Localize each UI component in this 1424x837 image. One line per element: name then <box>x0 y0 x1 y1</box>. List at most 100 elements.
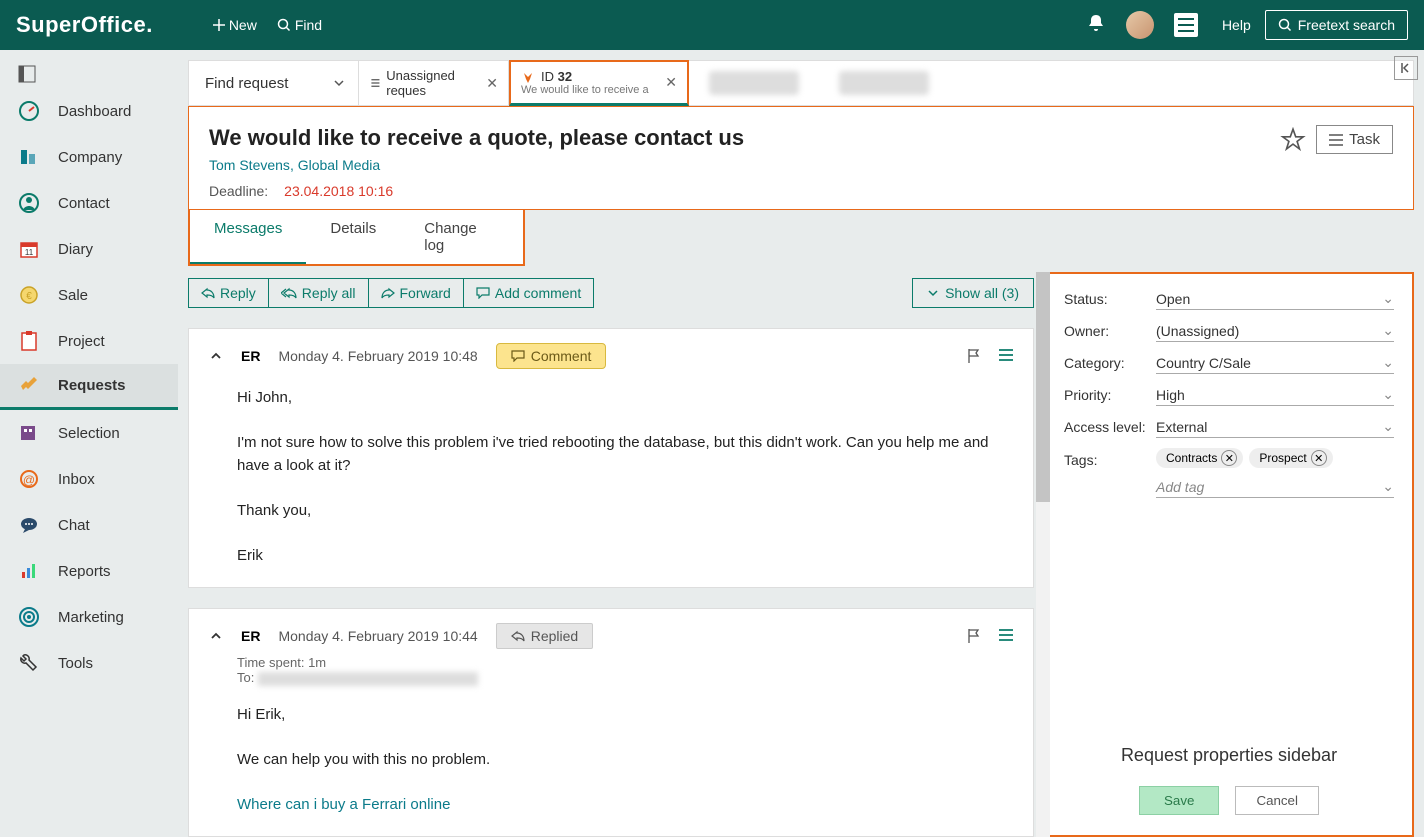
find-request[interactable]: Find request <box>189 61 319 105</box>
nav-item-dashboard[interactable]: Dashboard <box>0 88 178 134</box>
reply-icon <box>201 287 215 299</box>
nav-item-contact[interactable]: Contact <box>0 180 178 226</box>
category-label: Category: <box>1064 355 1156 371</box>
project-icon <box>18 330 40 352</box>
menu-icon[interactable] <box>999 348 1013 362</box>
reply-icon <box>511 630 525 642</box>
owner-label: Owner: <box>1064 323 1156 339</box>
show-all-button[interactable]: Show all (3) <box>912 278 1034 308</box>
star-icon[interactable] <box>1280 127 1306 153</box>
tag-chip: Contracts ✕ <box>1156 448 1243 468</box>
scrollbar[interactable] <box>1036 272 1050 837</box>
nav-item-requests[interactable]: Requests <box>0 364 178 410</box>
messages-area: Reply Reply all Forward Add comment <box>188 272 1034 837</box>
inbox-icon: @ <box>18 468 40 490</box>
tag-chip: Prospect ✕ <box>1249 448 1332 468</box>
search-icon <box>277 18 291 32</box>
message-date: Monday 4. February 2019 10:48 <box>278 348 477 364</box>
tab-request-32[interactable]: ID 32 We would like to receive a ✕ <box>509 60 689 106</box>
nav-item-marketing[interactable]: Marketing <box>0 594 178 640</box>
nav-item-chat[interactable]: Chat <box>0 502 178 548</box>
tab-unassigned[interactable]: Unassigned reques ✕ <box>359 61 509 105</box>
forward-icon <box>381 287 395 299</box>
sidebar-caption: Request properties sidebar <box>1064 745 1394 766</box>
category-select[interactable]: Country C/Sale⌄ <box>1156 352 1394 374</box>
flag-icon[interactable] <box>967 628 981 644</box>
deadline-value: 23.04.2018 10:16 <box>284 183 393 199</box>
request-person-link[interactable]: Tom Stevens <box>209 157 290 173</box>
notifications-icon[interactable] <box>1086 13 1106 38</box>
properties-sidebar: Status: Open⌄ Owner: (Unassigned)⌄ Categ… <box>1044 272 1414 837</box>
marketing-icon <box>18 606 40 628</box>
priority-select[interactable]: High⌄ <box>1156 384 1394 406</box>
message-date: Monday 4. February 2019 10:44 <box>278 628 477 644</box>
tab-blurred[interactable] <box>689 61 819 105</box>
requests-icon <box>18 375 40 397</box>
cancel-button[interactable]: Cancel <box>1235 786 1319 815</box>
tab-messages[interactable]: Messages <box>190 210 306 264</box>
app-header: SuperOffice. New Find Help Freetext sear… <box>0 0 1424 50</box>
message-author: ER <box>241 628 260 644</box>
add-tag-input[interactable]: Add tag⌄ <box>1156 476 1394 498</box>
tag-remove-icon[interactable]: ✕ <box>1311 450 1327 466</box>
nav-item-reports[interactable]: Reports <box>0 548 178 594</box>
message-card: ER Monday 4. February 2019 10:48 Comment… <box>188 328 1034 588</box>
tab-changelog[interactable]: Change log <box>400 210 523 264</box>
contact-icon <box>18 192 40 214</box>
chevron-down-icon <box>927 287 939 299</box>
find-request-dropdown[interactable] <box>319 61 359 105</box>
owner-select[interactable]: (Unassigned)⌄ <box>1156 320 1394 342</box>
nav-item-company[interactable]: Company <box>0 134 178 180</box>
panel-collapse-icon[interactable] <box>1394 56 1418 80</box>
access-select[interactable]: External⌄ <box>1156 416 1394 438</box>
nav-item-tools[interactable]: Tools <box>0 640 178 686</box>
request-title: We would like to receive a quote, please… <box>209 125 1280 151</box>
forward-button[interactable]: Forward <box>369 279 464 307</box>
tab-blurred[interactable] <box>819 61 949 105</box>
message-link[interactable]: Where can i buy a Ferrari online <box>237 796 450 813</box>
tag-remove-icon[interactable]: ✕ <box>1221 450 1237 466</box>
avatar[interactable] <box>1126 11 1154 39</box>
message-card: ER Monday 4. February 2019 10:44 Replied… <box>188 608 1034 837</box>
pin-icon <box>521 70 535 84</box>
close-icon[interactable]: ✕ <box>486 75 498 92</box>
menu-icon[interactable] <box>999 628 1013 642</box>
chevron-up-icon[interactable] <box>209 349 223 363</box>
search-icon <box>1278 18 1292 32</box>
action-group: Reply Reply all Forward Add comment <box>188 278 594 308</box>
task-button[interactable]: Task <box>1316 125 1393 154</box>
chat-icon <box>18 514 40 536</box>
comment-icon <box>476 287 490 299</box>
chevron-up-icon[interactable] <box>209 629 223 643</box>
main-menu-icon[interactable] <box>1174 13 1198 37</box>
flag-icon[interactable] <box>967 348 981 364</box>
status-label: Status: <box>1064 291 1156 307</box>
request-header: We would like to receive a quote, please… <box>188 106 1414 210</box>
status-select[interactable]: Open⌄ <box>1156 288 1394 310</box>
comment-badge: Comment <box>496 343 607 369</box>
dashboard-icon <box>18 100 40 122</box>
freetext-search[interactable]: Freetext search <box>1265 10 1408 40</box>
help-link[interactable]: Help <box>1222 17 1251 33</box>
tab-details[interactable]: Details <box>306 210 400 264</box>
reply-button[interactable]: Reply <box>189 279 269 307</box>
svg-text:@: @ <box>23 473 35 487</box>
nav-item-inbox[interactable]: @Inbox <box>0 456 178 502</box>
navigator-toggle-icon[interactable] <box>0 60 178 88</box>
diary-icon: 11 <box>18 238 40 260</box>
close-icon[interactable]: ✕ <box>665 74 677 91</box>
find-button[interactable]: Find <box>277 17 322 33</box>
tabbar: Find request Unassigned reques ✕ ID 32 W… <box>188 60 1414 106</box>
add-comment-button[interactable]: Add comment <box>464 279 593 307</box>
nav-item-project[interactable]: Project <box>0 318 178 364</box>
new-button[interactable]: New <box>213 17 257 33</box>
svg-text:11: 11 <box>25 248 34 257</box>
nav-item-sale[interactable]: €Sale <box>0 272 178 318</box>
reply-all-button[interactable]: Reply all <box>269 279 369 307</box>
nav-item-selection[interactable]: Selection <box>0 410 178 456</box>
request-company-link[interactable]: Global Media <box>298 157 381 173</box>
reply-all-icon <box>281 287 297 299</box>
reports-icon <box>18 560 40 582</box>
save-button[interactable]: Save <box>1139 786 1219 815</box>
nav-item-diary[interactable]: 11Diary <box>0 226 178 272</box>
